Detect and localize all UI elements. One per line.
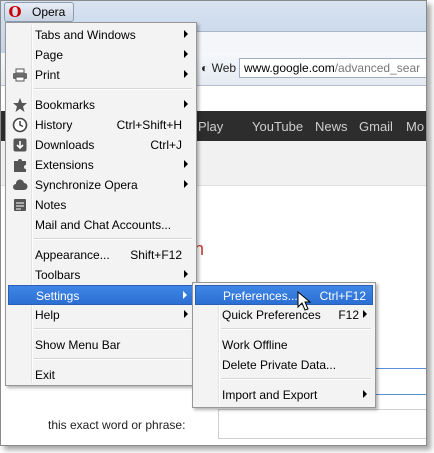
notes-icon	[12, 197, 28, 213]
menu-item-label: Notes	[35, 198, 67, 212]
menu-item-label: Page	[35, 48, 64, 62]
puzzle-icon	[12, 157, 28, 173]
menu-item-notes[interactable]: Notes	[8, 195, 194, 215]
menu-item-shortcut: Ctrl+Shift+H	[116, 118, 182, 132]
menu-item-label: Import and Export	[222, 388, 318, 402]
menu-item-print[interactable]: Print	[8, 65, 194, 85]
menu-item-shortcut: Shift+F12	[130, 248, 182, 262]
url-path: /advanced_sear	[334, 61, 421, 75]
download-icon	[12, 137, 28, 153]
google-nav-gmail[interactable]: Gmail	[359, 119, 393, 134]
menu-item-bookmarks[interactable]: Bookmarks	[8, 95, 194, 115]
cloud-icon	[12, 177, 28, 193]
search-engine-button[interactable]: ◐ Web	[201, 61, 236, 75]
menu-item-label: Print	[35, 68, 60, 82]
menu-item-history[interactable]: History Ctrl+Shift+H	[8, 115, 194, 135]
google-nav-more[interactable]: Mo	[406, 119, 424, 134]
menu-item-label: Mail and Chat Accounts...	[35, 218, 172, 232]
submenu-item-quick-preferences[interactable]: Quick Preferences F12	[195, 305, 373, 325]
menu-item-label: Toolbars	[35, 268, 81, 282]
menu-item-label: Appearance...	[35, 248, 110, 262]
menu-separator	[34, 358, 192, 360]
menu-separator	[34, 88, 192, 90]
menu-item-shortcut: F12	[338, 308, 359, 322]
menu-item-label: Synchronize Opera	[35, 178, 138, 192]
google-nav-news[interactable]: News	[315, 119, 348, 134]
submenu-item-delete-private-data[interactable]: Delete Private Data...	[195, 355, 373, 375]
divider	[373, 394, 426, 395]
star-icon	[12, 97, 28, 113]
menu-item-label: Exit	[35, 368, 56, 382]
submenu-arrow-icon	[363, 310, 367, 318]
menu-separator	[34, 238, 192, 240]
submenu-arrow-icon	[184, 270, 188, 278]
submenu-arrow-icon	[183, 291, 187, 299]
menu-item-label: Delete Private Data...	[222, 358, 337, 372]
address-field[interactable]: www.google.com/advanced_sear	[239, 58, 426, 78]
menu-item-label: Bookmarks	[35, 98, 96, 112]
tab-strip[interactable]	[196, 31, 426, 54]
menu-item-label: Extensions	[35, 158, 94, 172]
submenu-arrow-icon	[184, 310, 188, 318]
menu-item-label: Help	[35, 308, 60, 322]
menu-item-label: Settings	[36, 289, 80, 303]
menu-item-tabs-and-windows[interactable]: Tabs and Windows	[8, 25, 194, 45]
menu-item-settings[interactable]: Settings	[8, 285, 194, 305]
submenu-arrow-icon	[184, 70, 188, 78]
menu-item-downloads[interactable]: Downloads Ctrl+J	[8, 135, 194, 155]
menu-item-appearance[interactable]: Appearance... Shift+F12	[8, 245, 194, 265]
submenu-arrow-icon	[363, 390, 367, 398]
menu-item-page[interactable]: Page	[8, 45, 194, 65]
menu-item-help[interactable]: Help	[8, 305, 194, 325]
submenu-item-import-and-export[interactable]: Import and Export	[195, 385, 373, 405]
menu-separator	[34, 328, 192, 330]
menu-item-exit[interactable]: Exit	[8, 365, 194, 385]
menu-item-toolbars[interactable]: Toolbars	[8, 265, 194, 285]
opera-main-menu: Tabs and Windows Page Print Bookmarks Histor…	[5, 22, 197, 386]
opera-logo-icon: O	[8, 3, 22, 21]
settings-submenu: Preferences... Ctrl+F12 Quick Preferences F…	[192, 282, 376, 408]
menu-item-label: History	[35, 118, 73, 132]
menu-item-show-menu-bar[interactable]: Show Menu Bar	[8, 335, 194, 355]
google-nav-youtube[interactable]: YouTube	[252, 119, 303, 134]
submenu-item-preferences[interactable]: Preferences... Ctrl+F12	[195, 285, 373, 305]
menu-item-synchronize-opera[interactable]: Synchronize Opera	[8, 175, 194, 195]
submenu-arrow-icon	[184, 100, 188, 108]
search-engine-label: Web	[211, 61, 237, 75]
menu-item-label: Preferences...	[223, 289, 298, 303]
menu-item-label: Work Offline	[222, 338, 288, 352]
menu-item-extensions[interactable]: Extensions	[8, 155, 194, 175]
submenu-arrow-icon	[184, 50, 188, 58]
printer-icon	[12, 67, 28, 83]
submenu-arrow-icon	[184, 180, 188, 188]
submenu-item-work-offline[interactable]: Work Offline	[195, 335, 373, 355]
menu-item-shortcut: Ctrl+F12	[319, 289, 366, 303]
submenu-arrow-icon	[184, 30, 188, 38]
divider	[373, 368, 426, 369]
clock-icon	[12, 117, 28, 133]
opera-menu-button[interactable]: O Opera	[4, 2, 74, 22]
menu-item-mail-and-chat-accounts[interactable]: Mail and Chat Accounts...	[8, 215, 194, 235]
menu-item-label: Tabs and Windows	[35, 28, 136, 42]
exact-phrase-input[interactable]	[218, 409, 426, 439]
menu-item-label: Downloads	[35, 138, 95, 152]
menu-item-label: Show Menu Bar	[35, 338, 121, 352]
google-nav-play[interactable]: Play	[198, 119, 223, 134]
opera-menu-label: Opera	[32, 5, 66, 19]
menu-item-shortcut: Ctrl+J	[150, 138, 182, 152]
url-host: www.google.com	[244, 61, 335, 75]
mouse-pointer-icon	[297, 291, 312, 311]
menu-separator	[221, 378, 371, 380]
exact-phrase-label: this exact word or phrase:	[48, 418, 186, 432]
menu-separator	[221, 328, 371, 330]
submenu-arrow-icon	[184, 160, 188, 168]
